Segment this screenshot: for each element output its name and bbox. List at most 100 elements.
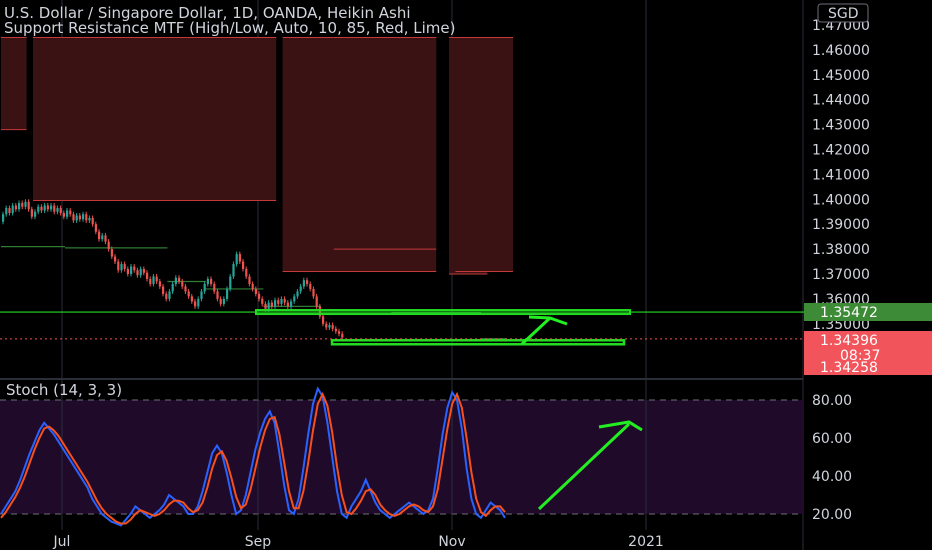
candle-body [277, 300, 280, 304]
candle-body [226, 288, 229, 299]
candle-body [219, 298, 222, 304]
candle-body [136, 270, 139, 276]
candle-body [325, 323, 328, 328]
candle-body [245, 269, 248, 277]
candle-body [75, 215, 78, 221]
chart-root: 1.47000 1.46000 1.45000 1.44000 1.43000 1.420… [0, 0, 932, 550]
candle-body [254, 288, 257, 294]
candle-body [8, 208, 11, 213]
candle-body [104, 235, 107, 242]
candle-body [30, 209, 33, 217]
resistance-zone [455, 37, 513, 272]
price-tick-label: 1.43000 [812, 118, 870, 134]
candle-body [283, 298, 286, 303]
price-tick-label: 1.44000 [812, 93, 870, 109]
candle-body [11, 205, 14, 213]
resistance-zone [1, 37, 27, 130]
candle-body [110, 249, 113, 257]
candle-body [261, 298, 264, 304]
candle-body [59, 208, 62, 213]
candle-body [53, 205, 56, 212]
stoch-title: Stoch (14, 3, 3) [6, 381, 122, 399]
candle-body [338, 331, 341, 334]
candle-body [322, 316, 325, 324]
candle-body [21, 203, 24, 207]
candle-body [187, 291, 190, 297]
candle-body [165, 293, 168, 299]
svg-text:1.34258: 1.34258 [820, 360, 878, 376]
candle-body [270, 302, 273, 307]
candle-body [46, 205, 49, 210]
candle-body [280, 298, 283, 304]
candle-body [146, 272, 149, 279]
candle-body [18, 203, 21, 210]
candle-body [206, 278, 209, 284]
candle-body [306, 280, 309, 284]
candle-body [27, 201, 30, 210]
candle-body [200, 291, 203, 299]
candle-body [37, 206, 40, 212]
stoch-tick-label: 80.00 [812, 393, 852, 409]
candle-body [14, 205, 17, 210]
candle-body [286, 302, 289, 307]
candle-body [107, 241, 110, 250]
price-tick-label: 1.40000 [812, 192, 870, 208]
candle-body [139, 269, 142, 276]
candle-body [178, 277, 181, 282]
candle-body [309, 283, 312, 289]
candle-body [312, 288, 315, 297]
stoch-axis[interactable]: 80.00 60.00 40.00 20.00 [812, 393, 852, 523]
candle-body [334, 328, 337, 332]
candle-body [114, 256, 117, 262]
candle-body [315, 296, 318, 307]
candle-body [210, 278, 213, 284]
candle-body [98, 231, 101, 240]
chart-canvas[interactable]: 1.470001.460001.450001.440001.430001.420… [0, 0, 932, 550]
stoch-overbought-oversold-band [0, 400, 803, 514]
candle-body [168, 291, 171, 299]
stoch-tick-label: 60.00 [812, 431, 852, 447]
candle-body [216, 291, 219, 299]
candle-body [24, 201, 27, 207]
candle-body [194, 301, 197, 307]
price-tick-label: 1.42000 [812, 143, 870, 159]
candle-body [331, 325, 334, 329]
price-axis[interactable]: 1.470001.460001.450001.440001.430001.420… [812, 18, 870, 333]
time-tick-label: Jul [53, 534, 71, 550]
candle-body [85, 214, 88, 221]
stoch-tick-label: 40.00 [812, 469, 852, 485]
candle-body [274, 300, 277, 307]
candle-body [328, 325, 331, 328]
candle-body [158, 281, 161, 287]
price-tick-label: 1.39000 [812, 217, 870, 233]
time-axis[interactable]: Jul Sep Nov 2021 [53, 534, 664, 550]
candle-body [293, 296, 296, 302]
price-tick-label: 1.45000 [812, 68, 870, 84]
price-tick-label: 1.38000 [812, 242, 870, 258]
candle-body [171, 283, 174, 292]
candle-body [123, 264, 126, 270]
candle-body [222, 298, 225, 304]
candle-body [174, 277, 177, 284]
price-tick-label: 1.41000 [812, 167, 870, 183]
candle-body [117, 261, 120, 271]
candle-body [101, 235, 104, 240]
candle-body [43, 205, 46, 211]
candle-body [197, 298, 200, 307]
candle-body [235, 254, 238, 265]
candle-body [290, 301, 293, 307]
candle-body [184, 286, 187, 292]
currency-badge[interactable]: SGD [817, 3, 869, 23]
support-price-label: 1.34258 [804, 360, 932, 376]
candle-body [251, 283, 254, 289]
candle-body [229, 276, 232, 289]
candle-body [133, 266, 136, 271]
candle-body [162, 286, 165, 294]
stoch-tick-label: 20.00 [812, 507, 852, 523]
candle-body [40, 206, 43, 211]
candle-body [91, 217, 94, 225]
candle-body [213, 283, 216, 292]
candle-body [82, 214, 85, 220]
price-tick-label: 1.46000 [812, 43, 870, 59]
candle-body [296, 291, 299, 297]
